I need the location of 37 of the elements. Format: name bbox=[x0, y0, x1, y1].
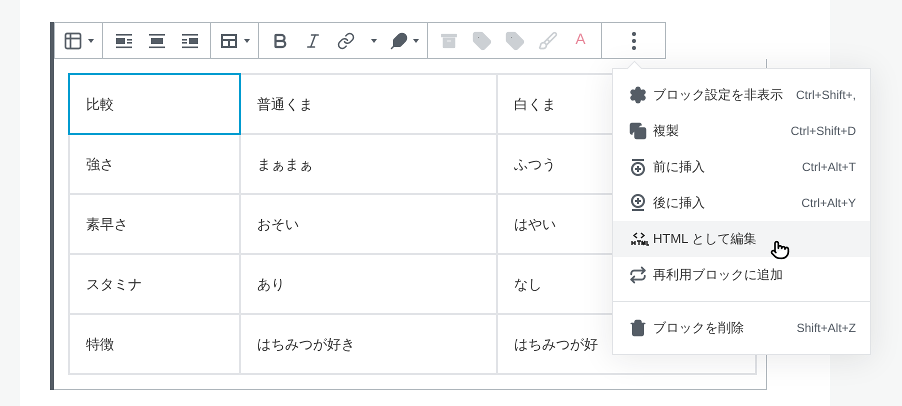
trash-icon bbox=[629, 319, 647, 337]
link-icon bbox=[336, 32, 354, 50]
more-options-icon bbox=[630, 30, 636, 50]
table-cell[interactable]: まぁまぁ bbox=[240, 134, 497, 194]
menu-item[interactable]: HTML として編集 bbox=[613, 221, 870, 257]
hand-cursor-icon bbox=[770, 240, 790, 260]
menu-item[interactable]: ブロックを削除 Shift+Alt+Z bbox=[613, 310, 870, 346]
table-cell[interactable]: はちみつが好き bbox=[240, 314, 497, 374]
table-cell[interactable]: おそい bbox=[240, 194, 497, 254]
archive-icon bbox=[438, 30, 458, 50]
table-cell[interactable]: スタミナ bbox=[69, 254, 240, 314]
repeat-icon bbox=[629, 266, 647, 284]
menu-item[interactable]: 前に挿入 Ctrl+Alt+T bbox=[613, 149, 870, 185]
menu-item[interactable]: ブロック設定を非表示 Ctrl+Shift+, bbox=[613, 77, 870, 113]
feather-icon bbox=[390, 32, 408, 50]
menu-item[interactable]: 複製 Ctrl+Shift+D bbox=[613, 113, 870, 149]
table-icon bbox=[63, 30, 83, 50]
insert-before-icon bbox=[629, 158, 647, 176]
table-cell[interactable]: 強さ bbox=[69, 134, 240, 194]
insert-after-icon bbox=[629, 194, 647, 212]
html-icon bbox=[629, 232, 649, 246]
menu-item[interactable]: 後に挿入 Ctrl+Alt+Y bbox=[613, 185, 870, 221]
copy-icon bbox=[629, 122, 647, 140]
settings-icon bbox=[629, 86, 647, 104]
tag-icon bbox=[504, 30, 524, 50]
brush-icon bbox=[538, 30, 558, 50]
table-cell[interactable]: 普通くま bbox=[240, 74, 497, 134]
table-cell[interactable]: 比較 bbox=[69, 74, 240, 134]
tag-icon bbox=[472, 30, 492, 50]
caret-icon bbox=[371, 38, 377, 42]
table-cell[interactable]: あり bbox=[240, 254, 497, 314]
caret-icon bbox=[413, 38, 419, 42]
table-cell[interactable]: 特徴 bbox=[69, 314, 240, 374]
caret-icon bbox=[88, 38, 94, 42]
menu-item[interactable]: 再利用ブロックに追加 bbox=[613, 257, 870, 293]
caret-icon bbox=[244, 38, 250, 42]
table-cell[interactable]: 素早さ bbox=[69, 194, 240, 254]
